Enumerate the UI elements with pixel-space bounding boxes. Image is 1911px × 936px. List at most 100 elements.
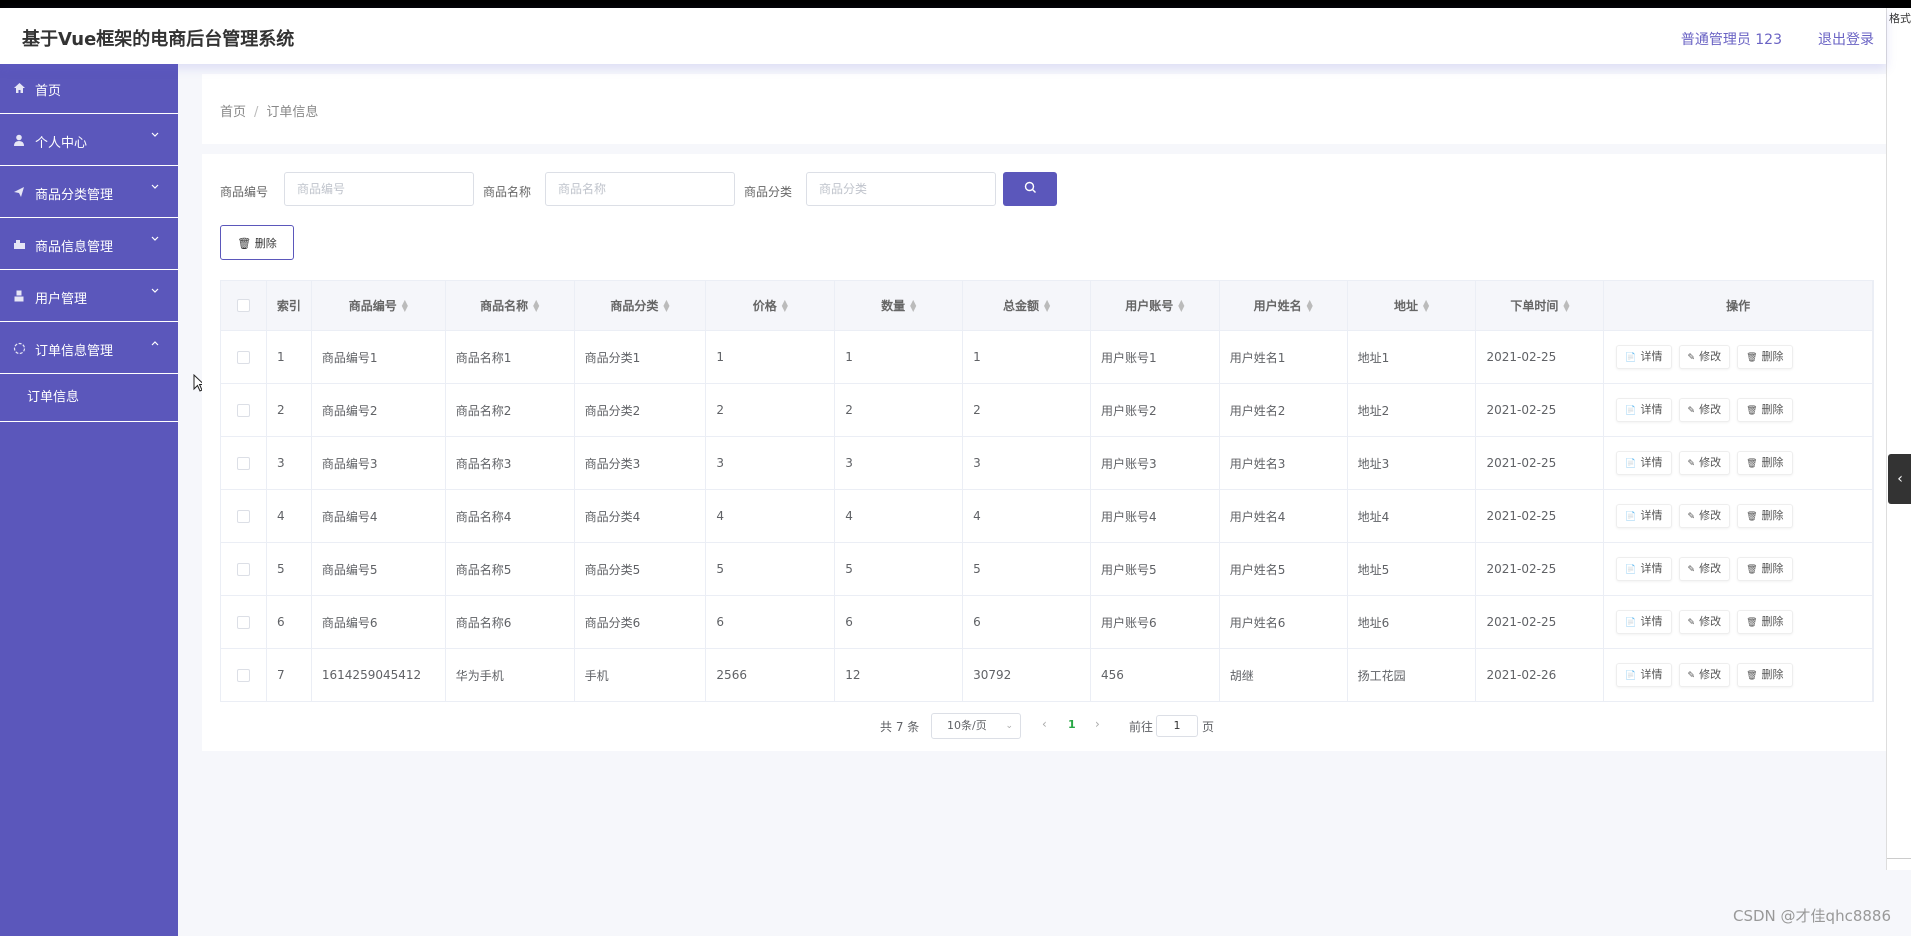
sort-icon[interactable]: ▲ ▼	[663, 298, 669, 312]
category-label: 商品分类	[744, 185, 793, 199]
table-cell: 2021-02-25	[1476, 490, 1605, 542]
row-checkbox[interactable]	[236, 615, 250, 629]
batch-delete-button[interactable]: 🗑 删除	[220, 225, 294, 260]
delete-button-label: 删除	[1761, 615, 1784, 628]
detail-button[interactable]: 📄 详情	[1616, 345, 1672, 369]
sidebar-item-category[interactable]: 商品分类管理	[0, 166, 178, 218]
detail-button[interactable]: 📄 详情	[1616, 398, 1672, 422]
edit-button[interactable]: ✎ 修改	[1678, 451, 1731, 475]
sidebar-subitem-order-info[interactable]: 订单信息	[0, 374, 178, 422]
edit-button-label: 修改	[1699, 456, 1722, 469]
logout-link[interactable]: 退出登录	[1818, 29, 1874, 49]
delete-button[interactable]: 🗑 删除	[1737, 398, 1793, 422]
goto-page-input[interactable]: 1	[1156, 715, 1198, 737]
delete-button[interactable]: 🗑 删除	[1737, 451, 1793, 475]
edit-icon: ✎	[1687, 512, 1696, 522]
edit-button[interactable]: ✎ 修改	[1678, 557, 1731, 581]
header: 基于Vue框架的电商后台管理系统 普通管理员 123 退出登录	[0, 8, 1886, 64]
sort-icon[interactable]: ▲ ▼	[533, 298, 539, 312]
main-panel: 商品编号 商品名称 商品分类 🗑 删除 索引 商品编号▲▼ 商品名称▲▼ 商品分…	[202, 154, 1886, 751]
table-row: 5 商品编号5 商品名称5 商品分类5 5 5 5 用户账号5 用户姓名5 地址5 2021-02-…	[220, 543, 1874, 596]
edit-button[interactable]: ✎ 修改	[1678, 504, 1731, 528]
sidebar-item-users[interactable]: 用户管理	[0, 270, 178, 322]
delete-button-label: 删除	[1761, 509, 1784, 522]
delete-button[interactable]: 🗑 删除	[1737, 557, 1793, 581]
column-header[interactable]: 数量 ▲ ▼	[835, 281, 964, 330]
select-all-checkbox[interactable]	[236, 299, 250, 312]
sort-icon[interactable]: ▲ ▼	[1423, 298, 1429, 312]
row-checkbox[interactable]	[236, 509, 250, 523]
detail-button[interactable]: 📄 详情	[1616, 663, 1672, 687]
select-all-cell	[221, 281, 267, 330]
column-header[interactable]: 价格 ▲ ▼	[706, 281, 836, 330]
edit-button[interactable]: ✎ 修改	[1678, 345, 1731, 369]
collapse-handle-icon[interactable]: ‹	[1888, 454, 1911, 504]
column-header[interactable]: 商品名称 ▲ ▼	[446, 281, 575, 330]
detail-button[interactable]: 📄 详情	[1616, 610, 1672, 634]
sort-icon[interactable]: ▲ ▼	[782, 298, 788, 312]
edit-button[interactable]: ✎ 修改	[1678, 610, 1731, 634]
page-size-value: 10条/页	[947, 719, 987, 732]
column-header[interactable]: 用户姓名 ▲ ▼	[1220, 281, 1348, 330]
sort-icon[interactable]: ▲ ▼	[402, 298, 408, 312]
next-page-icon[interactable]: ›	[1095, 717, 1100, 731]
batch-delete-label: 删除	[254, 236, 277, 250]
delete-button[interactable]: 🗑 删除	[1737, 345, 1793, 369]
detail-button[interactable]: 📄 详情	[1616, 557, 1672, 581]
search-icon	[1024, 181, 1037, 197]
page-number-current[interactable]: 1	[1068, 718, 1076, 731]
column-header[interactable]: 地址 ▲ ▼	[1348, 281, 1477, 330]
sort-icon[interactable]: ▲ ▼	[1563, 298, 1569, 312]
column-header[interactable]: 用户账号 ▲ ▼	[1091, 281, 1220, 330]
row-checkbox[interactable]	[236, 403, 250, 417]
edit-icon: ✎	[1687, 353, 1696, 363]
sidebar-item-personal[interactable]: 个人中心	[0, 114, 178, 166]
delete-button[interactable]: 🗑 删除	[1737, 610, 1793, 634]
table-cell: 地址6	[1348, 596, 1477, 648]
breadcrumb-home[interactable]: 首页	[220, 105, 246, 120]
row-actions: 📄 详情 ✎ 修改 🗑 删除	[1604, 649, 1873, 701]
trash-icon: 🗑	[1746, 406, 1758, 416]
column-header[interactable]: 商品编号 ▲ ▼	[312, 281, 446, 330]
prev-page-icon[interactable]: ‹	[1042, 717, 1047, 731]
row-select-cell	[221, 490, 267, 542]
table-row: 2 商品编号2 商品名称2 商品分类2 2 2 2 用户账号2 用户姓名2 地址2 2021-02-…	[220, 384, 1874, 437]
column-header[interactable]: 商品分类 ▲ ▼	[575, 281, 707, 330]
row-checkbox[interactable]	[236, 456, 250, 470]
sort-icon[interactable]: ▲ ▼	[1307, 298, 1313, 312]
edit-button[interactable]: ✎ 修改	[1678, 398, 1731, 422]
table-cell: 5	[706, 543, 836, 595]
column-header[interactable]: 下单时间 ▲ ▼	[1476, 281, 1605, 330]
sidebar-item-home[interactable]: 首页	[0, 64, 178, 114]
delete-button[interactable]: 🗑 删除	[1737, 504, 1793, 528]
category-search-input[interactable]	[806, 172, 996, 206]
trash-icon: 🗑	[237, 236, 252, 250]
row-actions: 📄 详情 ✎ 修改 🗑 删除	[1604, 596, 1873, 648]
search-button[interactable]	[1003, 172, 1057, 206]
code-search-input[interactable]	[284, 172, 474, 206]
sort-icon[interactable]: ▲ ▼	[1178, 298, 1184, 312]
table-cell: 商品名称3	[446, 437, 575, 489]
detail-button[interactable]: 📄 详情	[1616, 451, 1672, 475]
page-size-select[interactable]: 10条/页 ⌄	[931, 713, 1021, 739]
table-cell: 2021-02-25	[1476, 331, 1605, 383]
sidebar-item-goods[interactable]: 商品信息管理	[0, 218, 178, 270]
delete-button[interactable]: 🗑 删除	[1737, 663, 1793, 687]
column-header[interactable]: 总金额 ▲ ▼	[963, 281, 1091, 330]
edit-button[interactable]: ✎ 修改	[1678, 663, 1731, 687]
row-checkbox[interactable]	[236, 350, 250, 364]
detail-button[interactable]: 📄 详情	[1616, 504, 1672, 528]
name-search-input[interactable]	[545, 172, 735, 206]
sort-icon[interactable]: ▲ ▼	[910, 298, 916, 312]
row-checkbox[interactable]	[236, 562, 250, 576]
sidebar-item-orders[interactable]: 订单信息管理	[0, 322, 178, 374]
table-cell: 用户姓名4	[1220, 490, 1348, 542]
edit-button-label: 修改	[1699, 668, 1722, 681]
trash-icon: 🗑	[1746, 353, 1758, 363]
row-actions: 📄 详情 ✎ 修改 🗑 删除	[1604, 543, 1873, 595]
sidebar-item-label: 用户管理	[35, 292, 88, 307]
sidebar-item-label: 首页	[35, 84, 62, 99]
table-row: 1 商品编号1 商品名称1 商品分类1 1 1 1 用户账号1 用户姓名1 地址1 2021-02-…	[220, 331, 1874, 384]
sort-icon[interactable]: ▲ ▼	[1044, 298, 1050, 312]
row-checkbox[interactable]	[236, 668, 250, 682]
